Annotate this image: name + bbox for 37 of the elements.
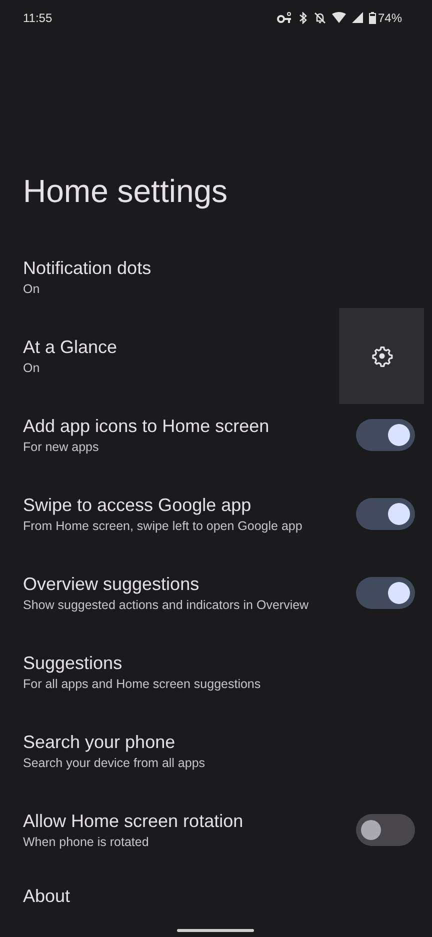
bluetooth-icon — [298, 12, 308, 24]
settings-item[interactable]: About — [0, 869, 432, 923]
item-title: About — [23, 885, 72, 908]
settings-item[interactable]: Overview suggestions Show suggested actions and indicators in Overview — [0, 553, 432, 632]
item-summary: Search your device from all apps — [23, 754, 206, 772]
toggle-switch[interactable] — [356, 576, 415, 608]
item-title: Add app icons to Home screen — [23, 414, 270, 438]
item-title: Suggestions — [23, 652, 124, 674]
battery-percent: 74% — [378, 10, 402, 26]
item-summary: For all apps and Home screen suggestions — [23, 676, 262, 692]
item-title: Search your phone — [23, 730, 176, 754]
item-summary: From Home screen, swipe left to open Google app — [23, 518, 304, 534]
settings-icon — [370, 345, 392, 367]
item-title: Notification dots — [23, 256, 152, 280]
item-summary: On — [23, 360, 41, 377]
settings-item[interactable]: Suggestions For all apps and Home screen suggestions — [0, 632, 432, 711]
settings-item[interactable]: Search your phone Search your device from all apps — [0, 711, 432, 790]
bell-off-icon — [314, 12, 326, 24]
item-summary: On — [23, 280, 41, 298]
status-time: 11:55 — [23, 10, 52, 26]
toggle-switch[interactable] — [356, 814, 415, 846]
item-title: At a Glance — [23, 336, 118, 359]
page-title: Home settings — [23, 172, 228, 211]
battery-icon — [368, 12, 376, 24]
item-title: Allow Home screen rotation — [23, 810, 244, 832]
item-summary: When phone is rotated — [23, 834, 150, 850]
item-summary: Show suggested actions and indicators in Overview — [23, 596, 310, 614]
vpn-key-icon — [276, 12, 293, 24]
toggle-switch[interactable] — [356, 418, 415, 450]
signal-icon — [352, 12, 363, 23]
item-title: Swipe to access Google app — [23, 494, 252, 516]
item-summary: For new apps — [23, 438, 100, 456]
toggle-switch[interactable] — [356, 498, 415, 530]
settings-item[interactable]: Allow Home screen rotation When phone is rotated — [0, 790, 432, 869]
wifi-icon — [332, 12, 346, 23]
settings-item[interactable]: Swipe to access Google app From Home screen, swipe left to open Google app — [0, 474, 432, 553]
item-title: Overview suggestions — [23, 572, 200, 596]
